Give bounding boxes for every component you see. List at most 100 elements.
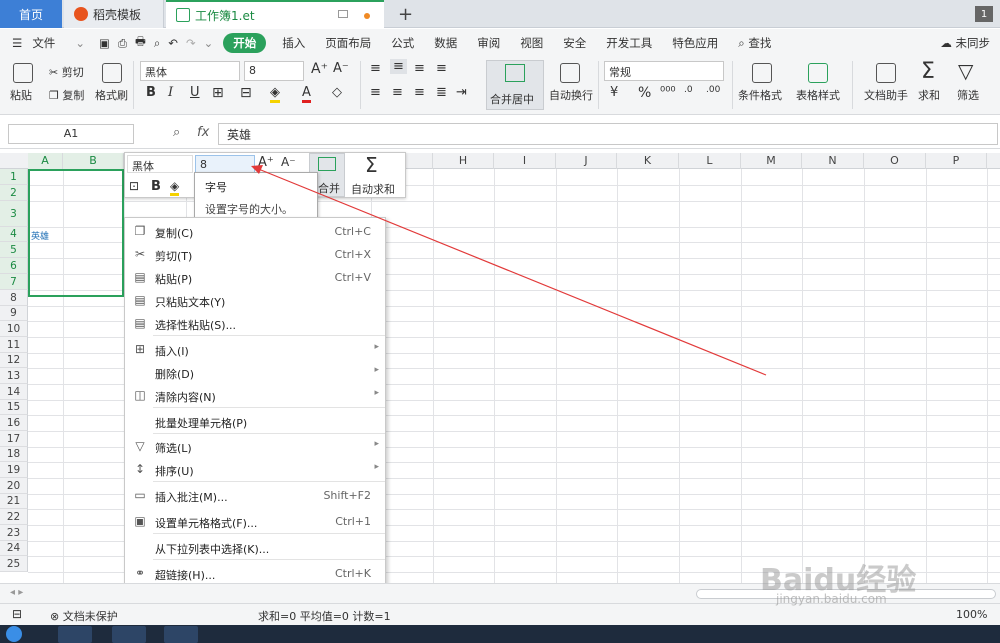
mini-font-name-select[interactable]: 黑体: [127, 155, 193, 173]
row-header-16[interactable]: 16: [0, 415, 28, 431]
align-top-icon[interactable]: ≡: [370, 61, 381, 76]
row-header-14[interactable]: 14: [0, 384, 28, 400]
context-menu-item[interactable]: ❐ 复制(C) Ctrl+C: [125, 220, 385, 243]
menu-features[interactable]: 特色应用: [662, 35, 728, 51]
print-icon[interactable]: 🖶: [131, 34, 150, 53]
sync-status[interactable]: ☁ 未同步: [930, 35, 1000, 51]
row-header-3[interactable]: 3: [0, 201, 28, 227]
percent-icon[interactable]: %: [638, 85, 651, 101]
merge-center-button[interactable]: 合并居中: [486, 60, 544, 110]
tab-template[interactable]: 稻壳模板: [64, 0, 164, 28]
taskbar-wps-icon[interactable]: [164, 626, 198, 643]
currency-icon[interactable]: ¥: [610, 85, 618, 100]
taskbar-folder-icon[interactable]: [112, 626, 146, 643]
menu-formula[interactable]: 公式: [381, 35, 424, 51]
align-left-icon[interactable]: ≡: [370, 85, 381, 100]
window-icon[interactable]: [338, 10, 348, 18]
row-header-11[interactable]: 11: [0, 337, 28, 353]
chevron-down-icon[interactable]: ⌄: [65, 36, 95, 50]
fx-icon[interactable]: fx: [197, 125, 209, 140]
context-menu-item[interactable]: ⚭ 超链接(H)... Ctrl+K: [125, 562, 385, 585]
menu-file[interactable]: 文件: [32, 35, 65, 51]
mini-sum-icon[interactable]: Σ: [365, 153, 378, 177]
start-icon[interactable]: [6, 626, 22, 642]
menu-security[interactable]: 安全: [553, 35, 596, 51]
save-icon[interactable]: ▣: [95, 36, 114, 50]
context-menu-item[interactable]: ▣ 设置单元格格式(F)... Ctrl+1: [125, 510, 385, 533]
align-justify-icon[interactable]: ≡: [436, 61, 447, 76]
undo-icon[interactable]: ↶: [164, 36, 182, 50]
number-format-select[interactable]: 常规: [604, 61, 724, 81]
fill-color-icon[interactable]: ◈: [270, 85, 280, 103]
mini-format-icon[interactable]: ⊡: [129, 179, 139, 193]
underline-icon[interactable]: U: [190, 85, 200, 100]
formula-input[interactable]: 英雄: [218, 123, 998, 145]
conditional-format-button[interactable]: 条件格式: [738, 87, 782, 103]
menu-page-layout[interactable]: 页面布局: [315, 35, 381, 51]
redo-icon[interactable]: ↷: [182, 36, 200, 50]
menu-review[interactable]: 审阅: [467, 35, 510, 51]
new-tab-button[interactable]: +: [388, 0, 423, 28]
row-header-1[interactable]: 1: [0, 169, 28, 185]
filter-icon[interactable]: ▽: [958, 59, 973, 83]
conditional-format-icon[interactable]: [752, 63, 772, 83]
mini-increase-font-icon[interactable]: A⁺: [258, 155, 274, 170]
doc-helper-button[interactable]: 文档助手: [864, 87, 908, 103]
cell-a4-value[interactable]: 英雄: [31, 229, 49, 242]
column-header-b[interactable]: B: [63, 153, 124, 169]
context-menu-item[interactable]: ⊞ 插入(I) ▸: [125, 338, 385, 361]
row-header-21[interactable]: 21: [0, 494, 28, 509]
name-box[interactable]: A1: [8, 124, 134, 144]
row-header-13[interactable]: 13: [0, 368, 28, 384]
row-header-17[interactable]: 17: [0, 431, 28, 447]
context-menu-item[interactable]: ▤ 粘贴(P) Ctrl+V: [125, 266, 385, 289]
sheet-list-icon[interactable]: ⊟: [12, 607, 22, 621]
sum-button[interactable]: 求和: [918, 87, 940, 103]
decrease-decimal-icon[interactable]: .00: [706, 85, 720, 95]
context-menu-item[interactable]: ▤ 选择性粘贴(S)...: [125, 312, 385, 335]
chevron-down-icon[interactable]: ⌄: [200, 36, 218, 50]
mini-autosum-button[interactable]: 自动求和: [351, 181, 395, 197]
row-header-9[interactable]: 9: [0, 306, 28, 321]
italic-icon[interactable]: I: [168, 85, 173, 100]
row-header-25[interactable]: 25: [0, 556, 28, 572]
filter-button[interactable]: 筛选: [957, 87, 979, 103]
decrease-font-icon[interactable]: A⁻: [333, 61, 349, 76]
column-header-l[interactable]: L: [679, 153, 741, 169]
mini-decrease-font-icon[interactable]: A⁻: [281, 155, 296, 169]
column-header-n[interactable]: N: [802, 153, 864, 169]
row-header-8[interactable]: 8: [0, 290, 28, 306]
font-size-select[interactable]: 8: [244, 61, 304, 81]
bold-icon[interactable]: B: [146, 85, 156, 100]
row-header-24[interactable]: 24: [0, 541, 28, 556]
fill-style-icon[interactable]: ⊟: [240, 85, 252, 101]
copy-button[interactable]: ❐ 复制: [49, 87, 84, 103]
row-header-5[interactable]: 5: [0, 242, 28, 258]
column-header-h[interactable]: H: [433, 153, 494, 169]
menu-insert[interactable]: 插入: [272, 35, 315, 51]
row-header-18[interactable]: 18: [0, 447, 28, 462]
table-style-icon[interactable]: [808, 63, 828, 83]
row-header-22[interactable]: 22: [0, 509, 28, 525]
align-right-icon[interactable]: ≡: [414, 85, 425, 100]
row-header-12[interactable]: 12: [0, 353, 28, 368]
tab-home[interactable]: 首页: [0, 0, 62, 28]
row-header-4[interactable]: 4: [0, 227, 28, 242]
preview-icon[interactable]: ⌕: [150, 36, 164, 51]
zoom-level[interactable]: 100%: [956, 608, 987, 621]
context-menu-item[interactable]: 删除(D) ▸: [125, 361, 385, 384]
mini-font-size-select[interactable]: 8: [195, 155, 255, 173]
taskbar-app-icon[interactable]: [58, 626, 92, 643]
menu-view[interactable]: 视图: [510, 35, 553, 51]
align-bottom-icon[interactable]: ≡: [414, 61, 425, 76]
border-icon[interactable]: ⊞: [212, 85, 224, 101]
row-header-2[interactable]: 2: [0, 185, 28, 201]
wrap-text-button[interactable]: 自动换行: [549, 87, 593, 103]
column-header-p[interactable]: P: [926, 153, 987, 169]
distributed-icon[interactable]: ≣: [436, 85, 447, 100]
table-style-button[interactable]: 表格样式: [796, 87, 840, 103]
hamburger-icon[interactable]: ☰: [0, 36, 32, 50]
row-header-20[interactable]: 20: [0, 478, 28, 494]
context-menu-item[interactable]: 批量处理单元格(P): [125, 410, 385, 433]
wrap-text-icon[interactable]: [560, 63, 580, 83]
